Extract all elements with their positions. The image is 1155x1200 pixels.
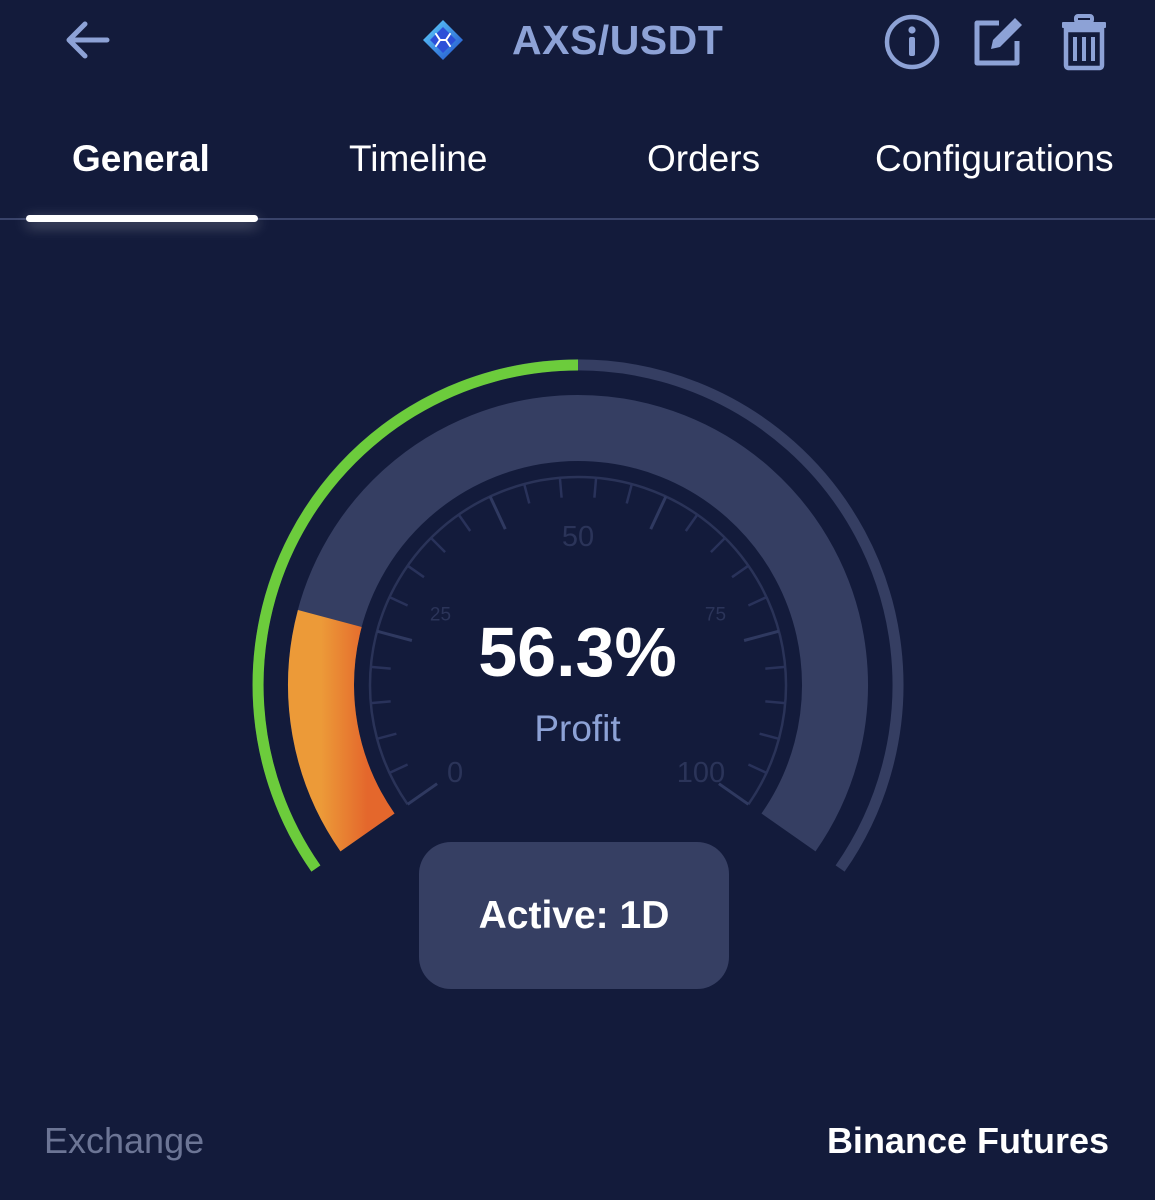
edit-icon — [974, 18, 1022, 66]
back-arrow-icon — [66, 21, 110, 59]
pair-title: AXS/USDT — [512, 16, 724, 63]
profit-value: 56.3% — [478, 613, 677, 691]
edit-button[interactable] — [968, 12, 1028, 72]
bot-detail-screen: AXS/USDT General Timeline Orders Configu… — [0, 0, 1155, 1200]
delete-button[interactable] — [1054, 12, 1114, 72]
back-button[interactable] — [58, 14, 116, 66]
info-icon — [884, 14, 940, 70]
trash-icon — [1062, 14, 1106, 71]
active-duration-badge[interactable]: Active: 1D — [419, 842, 729, 989]
active-tab-indicator — [26, 215, 258, 222]
dial-tick — [625, 483, 634, 504]
dial-tick — [747, 595, 768, 607]
dial-tick — [593, 477, 598, 498]
dial-tick — [406, 564, 425, 579]
dial-scale-label: 50 — [562, 521, 594, 553]
tab-timeline[interactable]: Timeline — [349, 138, 487, 180]
dial-tick — [684, 513, 699, 532]
dial-tick — [430, 537, 446, 553]
pair-title-group: AXS/USDT — [420, 12, 723, 68]
axie-infinity-coin-icon — [420, 17, 466, 63]
dial-tick — [370, 700, 391, 705]
active-duration-text: Active: 1D — [478, 893, 670, 937]
dial-tick — [488, 495, 507, 530]
dial-tick — [558, 477, 563, 498]
dial-tick — [522, 483, 531, 504]
dial-tick — [388, 595, 409, 607]
header: AXS/USDT — [0, 0, 1155, 90]
dial-scale-label: 0 — [447, 757, 463, 789]
exchange-label: Exchange — [44, 1120, 205, 1161]
tab-bar: General Timeline Orders Configurations — [0, 120, 1155, 222]
tab-configurations[interactable]: Configurations — [875, 138, 1114, 180]
dial-tick — [765, 700, 786, 705]
dial-tick — [731, 564, 750, 579]
dial-tick — [388, 763, 409, 775]
dial-tick — [710, 537, 726, 553]
tab-general[interactable]: General — [72, 138, 210, 180]
dial-scale-label: 100 — [677, 757, 725, 789]
exchange-value: Binance Futures — [826, 1120, 1109, 1161]
dial-tick — [457, 513, 472, 532]
info-button[interactable] — [882, 12, 942, 72]
dial-tick — [747, 763, 768, 775]
dial-tick — [406, 782, 438, 806]
dial-tick — [649, 495, 668, 530]
tab-orders[interactable]: Orders — [647, 138, 760, 180]
dial-tick — [718, 782, 750, 806]
profit-label: Profit — [534, 708, 621, 749]
